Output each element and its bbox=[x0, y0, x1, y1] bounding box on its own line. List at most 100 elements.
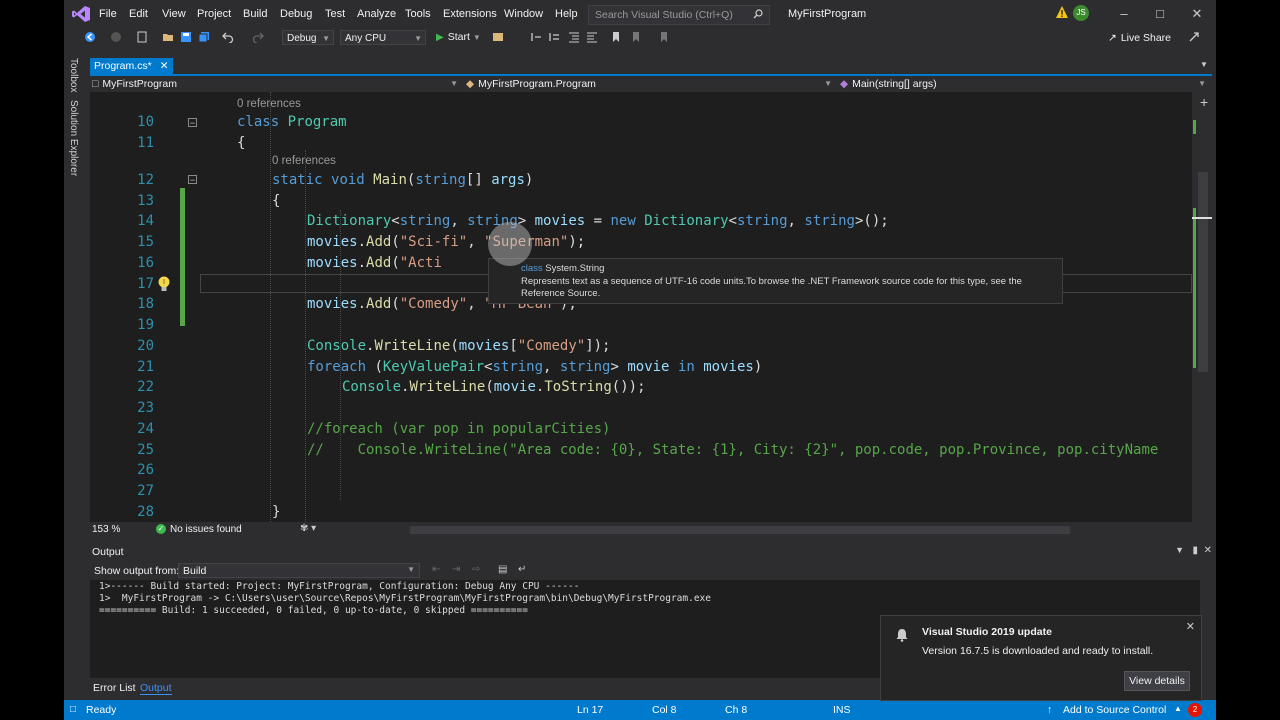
clear-all-icon[interactable]: ▤ bbox=[498, 564, 507, 575]
member-dropdown[interactable]: ◆ Main(string[] args) ▼ bbox=[840, 76, 1210, 92]
output-vertical-scrollbar[interactable] bbox=[1200, 580, 1214, 678]
issues-status[interactable]: No issues found bbox=[170, 524, 242, 535]
start-button[interactable]: ▶ Start ▼ bbox=[436, 31, 481, 43]
output-source-dropdown[interactable]: Build ▼ bbox=[178, 563, 420, 578]
live-share-button[interactable]: ↗ Live Share bbox=[1108, 32, 1171, 44]
status-bar: □ Ready Ln 17 Col 8 Ch 8 INS ↑ Add to So… bbox=[64, 700, 1216, 720]
feedback-icon[interactable] bbox=[1188, 31, 1200, 43]
warning-icon[interactable] bbox=[1055, 5, 1069, 19]
collapse-class-icon[interactable]: − bbox=[188, 118, 197, 128]
indent-icon[interactable] bbox=[568, 31, 580, 43]
back-icon[interactable] bbox=[84, 31, 96, 43]
menu-tools[interactable]: Tools bbox=[405, 8, 431, 20]
tab-overflow-icon[interactable]: ▼ bbox=[1200, 60, 1208, 69]
step-over-icon[interactable] bbox=[548, 31, 560, 43]
code-line: Console.WriteLine(movie.ToString()); bbox=[342, 379, 646, 395]
find-next-icon[interactable]: ⇥ bbox=[452, 564, 460, 575]
codelens-references[interactable]: 0 references bbox=[272, 155, 336, 167]
split-editor-icon[interactable]: + bbox=[1200, 94, 1208, 110]
horizontal-scroll-thumb[interactable] bbox=[410, 526, 1070, 534]
editor-vertical-scrollbar[interactable]: + bbox=[1192, 92, 1212, 522]
menu-file[interactable]: File bbox=[99, 8, 117, 20]
search-placeholder: Search Visual Studio (Ctrl+Q) bbox=[595, 9, 733, 21]
redo-icon[interactable] bbox=[252, 31, 264, 43]
menu-build[interactable]: Build bbox=[243, 8, 267, 20]
search-input[interactable]: Search Visual Studio (Ctrl+Q) bbox=[588, 5, 770, 25]
find-prev-icon[interactable]: ⇤ bbox=[432, 564, 440, 575]
close-panel-icon[interactable]: ✕ bbox=[1204, 545, 1212, 556]
close-tab-icon[interactable]: ✕ bbox=[160, 60, 169, 72]
bookmark-next-icon[interactable] bbox=[658, 31, 670, 43]
menu-test[interactable]: Test bbox=[325, 8, 345, 20]
browse-icon[interactable] bbox=[492, 31, 504, 43]
solution-title: MyFirstProgram bbox=[788, 8, 867, 20]
step-icon[interactable] bbox=[530, 31, 542, 43]
scroll-thumb[interactable] bbox=[1198, 172, 1208, 372]
output-window-icon[interactable]: □ bbox=[70, 704, 76, 715]
forward-icon[interactable] bbox=[110, 31, 122, 43]
code-line: Dictionary<string, string> movies = new … bbox=[307, 213, 889, 229]
line-number: 22 bbox=[137, 379, 154, 395]
code-editor[interactable]: − − 10 11 12 13 14 15 16 17 18 19 20 21 … bbox=[90, 92, 1192, 522]
configuration-dropdown[interactable]: Debug ▼ bbox=[282, 30, 334, 45]
toolbox-tab[interactable]: Toolbox bbox=[68, 58, 79, 92]
menu-extensions[interactable]: Extensions bbox=[443, 8, 497, 20]
outdent-icon[interactable] bbox=[586, 31, 598, 43]
quick-info-tooltip: class System.String Represents text as a… bbox=[488, 258, 1063, 304]
open-folder-icon[interactable] bbox=[162, 31, 174, 43]
lightbulb-icon[interactable] bbox=[156, 275, 172, 293]
view-details-button[interactable]: View details bbox=[1124, 671, 1190, 691]
status-insert-mode[interactable]: INS bbox=[833, 704, 851, 716]
codelens-references[interactable]: 0 references bbox=[237, 98, 301, 110]
minimize-icon[interactable]: – bbox=[1116, 6, 1132, 22]
output-source-value: Build bbox=[183, 565, 207, 577]
chevron-up-icon[interactable]: ▲ bbox=[1174, 704, 1182, 713]
line-number: 23 bbox=[137, 400, 154, 416]
add-to-source-control[interactable]: Add to Source Control bbox=[1063, 704, 1166, 716]
menu-edit[interactable]: Edit bbox=[129, 8, 148, 20]
code-line: movies.Add("Sci-fi", "Superman"); bbox=[307, 234, 586, 250]
status-line[interactable]: Ln 17 bbox=[577, 704, 603, 716]
platform-dropdown[interactable]: Any CPU ▼ bbox=[340, 30, 426, 45]
menu-window[interactable]: Window bbox=[504, 8, 543, 20]
tooltip-type[interactable]: System.String bbox=[545, 263, 604, 274]
word-wrap-icon[interactable]: ↵ bbox=[518, 564, 526, 575]
close-notification-icon[interactable]: ✕ bbox=[1186, 620, 1195, 633]
undo-icon[interactable] bbox=[222, 31, 234, 43]
status-char[interactable]: Ch 8 bbox=[725, 704, 747, 716]
document-tab-program-cs[interactable]: Program.cs* ✕ bbox=[90, 58, 173, 74]
goto-icon[interactable]: ⇨ bbox=[472, 564, 480, 575]
code-cleanup-icon[interactable]: ✾ ▾ bbox=[300, 523, 316, 534]
menu-debug[interactable]: Debug bbox=[280, 8, 312, 20]
save-icon[interactable] bbox=[180, 31, 192, 43]
menu-view[interactable]: View bbox=[162, 8, 186, 20]
notifications-badge[interactable]: 2 bbox=[1188, 703, 1202, 717]
pin-icon[interactable]: ▮ bbox=[1192, 545, 1198, 556]
tab-error-list[interactable]: Error List bbox=[93, 682, 136, 694]
live-share-icon: ↗ bbox=[1108, 32, 1117, 44]
panel-menu-icon[interactable]: ▼ bbox=[1175, 545, 1184, 555]
menu-bar: File Edit View Project Build Debug Test … bbox=[64, 0, 1216, 28]
maximize-icon[interactable]: □ bbox=[1152, 6, 1168, 22]
close-icon[interactable]: ✕ bbox=[1189, 6, 1205, 22]
zoom-level[interactable]: 153 % bbox=[92, 524, 120, 535]
output-line: ========== Build: 1 succeeded, 0 failed,… bbox=[99, 605, 528, 616]
menu-project[interactable]: Project bbox=[197, 8, 231, 20]
save-all-icon[interactable] bbox=[198, 31, 210, 43]
collapse-method-icon[interactable]: − bbox=[188, 175, 197, 185]
project-dropdown[interactable]: □ MyFirstProgram ▼ bbox=[92, 76, 462, 92]
status-column[interactable]: Col 8 bbox=[652, 704, 677, 716]
tab-output[interactable]: Output bbox=[140, 682, 172, 695]
platform-value: Any CPU bbox=[345, 33, 387, 44]
chevron-down-icon: ▼ bbox=[414, 34, 422, 43]
configuration-value: Debug bbox=[287, 33, 317, 44]
bookmark-prev-icon[interactable] bbox=[630, 31, 642, 43]
user-avatar[interactable]: JS bbox=[1073, 5, 1089, 21]
new-project-icon[interactable] bbox=[136, 31, 148, 43]
solution-explorer-tab[interactable]: Solution Explorer bbox=[68, 100, 79, 176]
bookmark-icon[interactable] bbox=[610, 31, 622, 43]
line-number: 17 bbox=[137, 276, 154, 292]
menu-help[interactable]: Help bbox=[555, 8, 578, 20]
type-dropdown[interactable]: ◆ MyFirstProgram.Program ▼ bbox=[466, 76, 836, 92]
menu-analyze[interactable]: Analyze bbox=[357, 8, 396, 20]
